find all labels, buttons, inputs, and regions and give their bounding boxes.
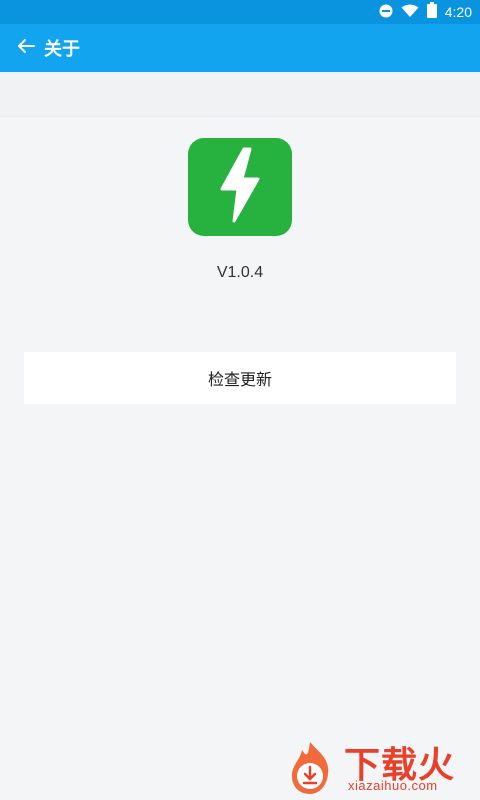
check-update-button[interactable]: 检查更新 xyxy=(24,352,456,404)
wifi-icon xyxy=(401,3,419,22)
status-icons: 4:20 xyxy=(379,0,472,24)
battery-icon xyxy=(426,2,437,22)
app-version: V1.0.4 xyxy=(216,264,264,281)
app-bar: 关于 xyxy=(0,24,480,72)
app-logo xyxy=(188,138,292,236)
do-not-disturb-icon xyxy=(379,3,393,22)
watermark-site: xiazaihuo.com xyxy=(348,778,438,793)
header-spacer xyxy=(0,72,480,117)
back-arrow-icon xyxy=(16,36,36,60)
status-bar: 4:20 xyxy=(0,0,480,24)
watermark: 下载火 xiazaihuo.com xyxy=(268,734,480,800)
status-time: 4:20 xyxy=(444,4,472,20)
back-button[interactable] xyxy=(2,24,50,72)
download-fire-icon xyxy=(282,740,338,796)
lightning-bolt-icon xyxy=(210,145,270,229)
page-title: 关于 xyxy=(44,39,80,60)
check-update-label: 检查更新 xyxy=(207,370,272,389)
